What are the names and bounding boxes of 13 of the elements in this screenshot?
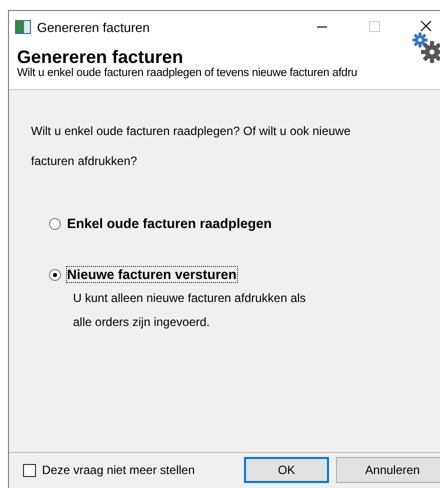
dont-ask-checkbox[interactable]: Deze vraag niet meer stellen xyxy=(23,463,237,477)
question-text: Wilt u enkel oude facturen raadplegen? Of wilt u ook nieuwe facturen afdrukken? xyxy=(31,123,352,170)
dialog-subtitle: Wilt u enkel oude facturen raadplegen of tevens nieuwe facturen afdru xyxy=(17,67,358,79)
radio-option[interactable]: Nieuwe facturen versturen xyxy=(49,267,427,282)
ok-button[interactable]: OK xyxy=(244,457,329,483)
dialog-heading: Genereren facturen xyxy=(17,47,184,67)
app-icon xyxy=(15,20,31,34)
radio-icon[interactable] xyxy=(49,268,61,280)
cancel-button[interactable]: Annuleren xyxy=(336,457,440,483)
option-description: U kunt alleen nieuwe facturen afdrukken als alle orders zijn ingevoerd. xyxy=(73,290,307,331)
radio-option[interactable]: Enkel oude facturen raadplegen xyxy=(49,216,427,231)
window-title: Genereren facturen xyxy=(37,20,151,34)
radio-icon[interactable] xyxy=(49,218,61,230)
